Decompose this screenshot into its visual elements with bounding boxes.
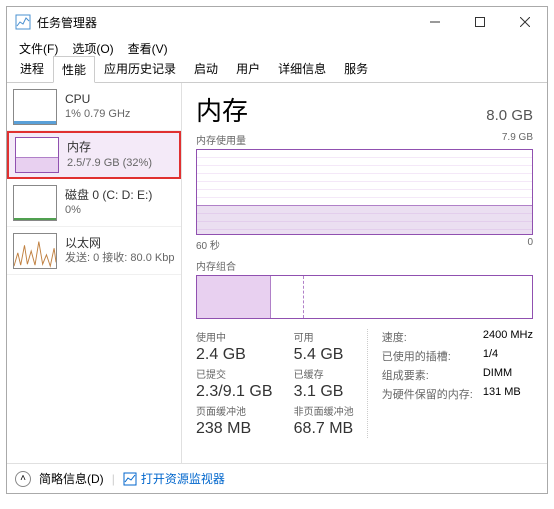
sidebar-disk-sub: 0% (65, 203, 152, 217)
sidebar-cpu-sub: 1% 0.79 GHz (65, 107, 130, 121)
composition-label: 内存组合 (196, 258, 533, 273)
sidebar-memory-sub: 2.5/7.9 GB (32%) (67, 156, 152, 170)
main-panel: 内存 8.0 GB 内存使用量 7.9 GB 60 秒 0 内存组合 使用中 可… (182, 83, 547, 463)
cached-value: 3.1 GB (294, 383, 357, 401)
sidebar-item-cpu[interactable]: CPU 1% 0.79 GHz (7, 83, 181, 131)
usage-chart-max: 7.9 GB (502, 132, 533, 147)
hw-reserved-label: 为硬件保留的内存: (382, 386, 473, 402)
page-title: 内存 (196, 91, 248, 128)
task-manager-window: 任务管理器 文件(F) 选项(O) 查看(V) 进程 性能 应用历史记录 启动 … (6, 6, 548, 494)
axis-left: 60 秒 (196, 237, 220, 252)
chevron-up-icon[interactable]: ˄ (15, 471, 31, 487)
committed-value: 2.3/9.1 GB (196, 383, 276, 401)
open-resource-monitor-link[interactable]: 打开资源监视器 (123, 470, 225, 487)
disk-thumbnail-chart (13, 185, 57, 221)
in-use-value: 2.4 GB (196, 346, 276, 364)
hw-reserved-value: 131 MB (483, 386, 533, 402)
slots-value: 1/4 (483, 348, 533, 364)
tab-processes[interactable]: 进程 (11, 55, 53, 82)
tab-performance[interactable]: 性能 (53, 56, 95, 83)
paged-value: 238 MB (196, 420, 276, 438)
paged-label: 页面缓冲池 (196, 403, 276, 418)
stats-area: 使用中 可用 2.4 GB 5.4 GB 已提交 已缓存 2.3/9.1 GB … (196, 329, 533, 438)
nonpaged-label: 非页面缓冲池 (294, 403, 357, 418)
sidebar: CPU 1% 0.79 GHz 内存 2.5/7.9 GB (32%) 磁盘 0… (7, 83, 182, 463)
brief-info-link[interactable]: 简略信息(D) (39, 470, 104, 487)
ethernet-thumbnail-chart (13, 233, 57, 269)
cpu-thumbnail-chart (13, 89, 57, 125)
tab-services[interactable]: 服务 (335, 55, 377, 82)
form-label: 组成要素: (382, 367, 473, 383)
footer-divider: | (112, 472, 115, 486)
nonpaged-value: 68.7 MB (294, 420, 357, 438)
stats-left: 使用中 可用 2.4 GB 5.4 GB 已提交 已缓存 2.3/9.1 GB … (196, 329, 368, 438)
stats-right: 速度: 2400 MHz 已使用的插槽: 1/4 组成要素: DIMM 为硬件保… (382, 329, 533, 438)
sidebar-item-ethernet[interactable]: 以太网 发送: 0 接收: 80.0 Kbp (7, 227, 181, 275)
sidebar-ethernet-sub: 发送: 0 接收: 80.0 Kbp (65, 251, 174, 265)
app-icon (15, 14, 31, 30)
memory-composition-chart (196, 275, 533, 319)
axis-right: 0 (527, 237, 533, 252)
available-label: 可用 (294, 329, 357, 344)
speed-value: 2400 MHz (483, 329, 533, 345)
titlebar[interactable]: 任务管理器 (7, 7, 547, 37)
tab-users[interactable]: 用户 (227, 55, 269, 82)
memory-thumbnail-chart (15, 137, 59, 173)
content-area: CPU 1% 0.79 GHz 内存 2.5/7.9 GB (32%) 磁盘 0… (7, 83, 547, 463)
tab-details[interactable]: 详细信息 (269, 55, 335, 82)
sidebar-item-memory[interactable]: 内存 2.5/7.9 GB (32%) (7, 131, 181, 179)
sidebar-item-disk[interactable]: 磁盘 0 (C: D: E:) 0% (7, 179, 181, 227)
sidebar-cpu-title: CPU (65, 92, 130, 108)
memory-usage-chart (196, 149, 533, 235)
committed-label: 已提交 (196, 366, 276, 381)
window-controls (412, 7, 547, 37)
window-title: 任务管理器 (37, 14, 412, 31)
memory-total: 8.0 GB (486, 107, 533, 124)
cached-label: 已缓存 (294, 366, 357, 381)
speed-label: 速度: (382, 329, 473, 345)
tab-startup[interactable]: 启动 (185, 55, 227, 82)
sidebar-disk-title: 磁盘 0 (C: D: E:) (65, 188, 152, 204)
minimize-button[interactable] (412, 7, 457, 37)
in-use-label: 使用中 (196, 329, 276, 344)
tabbar: 进程 性能 应用历史记录 启动 用户 详细信息 服务 (7, 59, 547, 83)
close-button[interactable] (502, 7, 547, 37)
form-value: DIMM (483, 367, 533, 383)
sidebar-memory-title: 内存 (67, 140, 152, 156)
available-value: 5.4 GB (294, 346, 357, 364)
tab-app-history[interactable]: 应用历史记录 (95, 55, 185, 82)
maximize-button[interactable] (457, 7, 502, 37)
sidebar-ethernet-title: 以太网 (65, 236, 174, 252)
footer: ˄ 简略信息(D) | 打开资源监视器 (7, 463, 547, 493)
usage-chart-label: 内存使用量 (196, 132, 246, 147)
monitor-icon (123, 472, 137, 486)
slots-label: 已使用的插槽: (382, 348, 473, 364)
